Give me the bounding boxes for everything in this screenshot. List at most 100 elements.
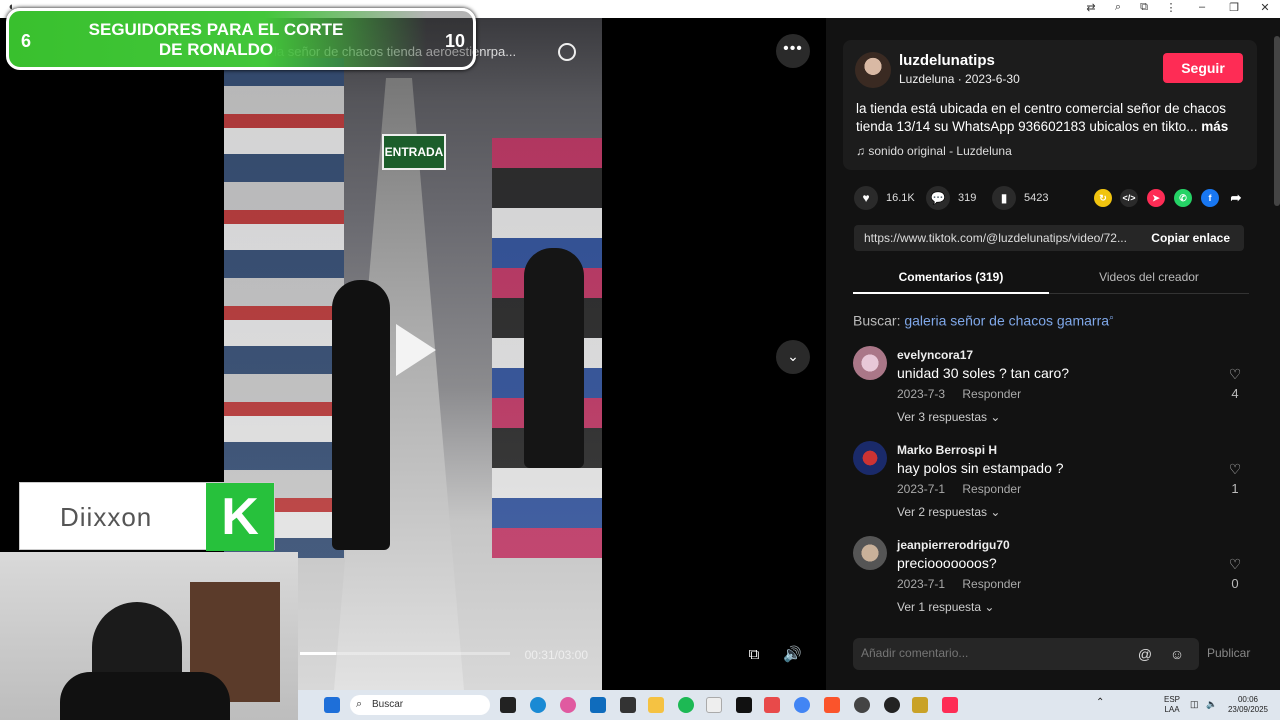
mention-icon[interactable]: @	[1135, 644, 1155, 664]
like-stat[interactable]: ♥ 16.1K	[854, 186, 915, 210]
app-icon[interactable]	[854, 697, 870, 713]
embed-icon[interactable]: </>	[1120, 189, 1138, 207]
pip-icon[interactable]: ⧉	[745, 646, 763, 664]
save-count: 5423	[1024, 192, 1049, 204]
comment-item: jeanpierrerodrigu70 preciooooooos? 2023-…	[853, 536, 1249, 616]
extensions-icon[interactable]: ⧉	[1136, 1, 1152, 14]
folder-icon[interactable]	[648, 697, 664, 713]
reply-button[interactable]: Responder	[962, 387, 1021, 401]
comment-username[interactable]: Marko Berrospi H	[897, 443, 997, 457]
avatar[interactable]	[853, 346, 887, 380]
music-icon[interactable]	[706, 697, 722, 713]
repost-icon[interactable]: ↻	[1094, 189, 1112, 207]
comment-username[interactable]: evelyncora17	[897, 348, 973, 362]
facebook-icon[interactable]: f	[1201, 189, 1219, 207]
heart-outline-icon[interactable]: ♡	[1227, 556, 1243, 573]
comment-like-count: 0	[1231, 576, 1239, 591]
video-time: 00:31/03:00	[524, 648, 588, 662]
description-card: luzdelunatips Luzdeluna · 2023-6-30 Segu…	[843, 40, 1257, 170]
view-replies-button[interactable]: Ver 2 respuestas ⌄	[897, 505, 1000, 519]
follow-button[interactable]: Seguir	[1163, 53, 1243, 83]
avatar[interactable]	[853, 441, 887, 475]
banner-goal-count: 10	[444, 31, 465, 51]
tray-chevron-icon[interactable]: ⌃	[1096, 698, 1104, 708]
scrollbar[interactable]	[1274, 36, 1280, 206]
text-app-icon[interactable]	[764, 697, 780, 713]
translate-icon[interactable]: ⇄	[1083, 1, 1099, 14]
play-icon[interactable]	[396, 324, 436, 376]
view-replies-button[interactable]: Ver 3 respuestas ⌄	[897, 410, 1000, 424]
heart-outline-icon[interactable]: ♡	[1227, 366, 1243, 383]
search-suggestion[interactable]: Buscar: galeria señor de chacos gamarra⌕	[853, 312, 1114, 329]
heart-outline-icon[interactable]: ♡	[1227, 461, 1243, 478]
avatar[interactable]	[855, 52, 891, 88]
clock[interactable]: 00:06 23/09/2025	[1220, 695, 1276, 715]
chevron-down-icon: ⌄	[990, 505, 1001, 519]
tab-comments[interactable]: Comentarios (319)	[853, 270, 1049, 284]
minimize-icon[interactable]: –	[1194, 1, 1210, 13]
more-options-button[interactable]: •••	[776, 34, 810, 68]
banner-title: SEGUIDORES PARA EL CORTE DE RONALDO	[88, 20, 344, 59]
view-replies-label: Ver 2 respuestas	[897, 505, 988, 519]
sound-link[interactable]: ♫ sonido original - Luzdeluna	[856, 144, 1012, 158]
tiktok-studio-icon[interactable]	[942, 697, 958, 713]
tabs: Comentarios (319) Videos del creador	[853, 268, 1249, 294]
progress-bar[interactable]	[300, 652, 510, 655]
view-replies-label: Ver 1 respuesta	[897, 600, 982, 614]
taskbar-search[interactable]: ⌕ Buscar	[350, 695, 490, 715]
brave-icon[interactable]	[824, 697, 840, 713]
emoji-icon[interactable]: ☺	[1167, 644, 1187, 664]
obs-icon[interactable]	[884, 697, 900, 713]
notes-icon[interactable]	[912, 697, 928, 713]
reply-button[interactable]: Responder	[962, 577, 1021, 591]
zoom-icon[interactable]: ⌕	[1110, 1, 1126, 14]
spotify-icon[interactable]	[678, 697, 694, 713]
edge-icon[interactable]	[530, 697, 546, 713]
next-video-button[interactable]: ⌄	[776, 340, 810, 374]
copy-link-button[interactable]: Copiar enlace	[1151, 231, 1230, 245]
reply-button[interactable]: Responder	[962, 482, 1021, 496]
task-view-icon[interactable]	[500, 697, 516, 713]
volume-icon[interactable]: 🔊	[783, 646, 802, 664]
outlook-icon[interactable]	[590, 697, 606, 713]
network-icon[interactable]: ◫	[1190, 699, 1199, 709]
save-stat[interactable]: ▮ 5423	[992, 186, 1049, 210]
tab-underline	[853, 292, 1049, 294]
tiktok-icon[interactable]	[736, 697, 752, 713]
comment-stat[interactable]: 💬 319	[926, 186, 976, 210]
more-link[interactable]: más	[1201, 119, 1228, 134]
search-prefix: Buscar:	[853, 312, 901, 329]
close-icon[interactable]: ✕	[1257, 1, 1273, 14]
publish-button[interactable]: Publicar	[1207, 646, 1250, 660]
windows-start-icon[interactable]	[324, 697, 340, 713]
search-icon: ⌕	[356, 698, 363, 710]
video-sign: ENTRADA	[382, 134, 446, 170]
webcam-person-body	[60, 672, 230, 720]
video-url[interactable]: https://www.tiktok.com/@luzdelunatips/vi…	[864, 231, 1136, 245]
chrome-icon[interactable]	[794, 697, 810, 713]
language-indicator[interactable]: ESP LAA	[1160, 695, 1184, 715]
view-replies-button[interactable]: Ver 1 respuesta ⌄	[897, 600, 994, 614]
heart-icon: ♥	[854, 186, 878, 210]
author-username[interactable]: luzdelunatips	[899, 52, 995, 69]
comment-text: preciooooooos?	[897, 555, 997, 571]
search-term[interactable]: galeria señor de chacos gamarra	[904, 313, 1109, 329]
xbox-icon[interactable]	[620, 697, 636, 713]
comment-text: unidad 30 soles ? tan caro?	[897, 365, 1070, 381]
tab-creator-videos[interactable]: Videos del creador	[1051, 270, 1247, 284]
share-icon[interactable]: ➦	[1227, 189, 1245, 207]
comment-input[interactable]	[861, 646, 1111, 660]
comment-username[interactable]: jeanpierrerodrigu70	[897, 538, 1010, 552]
music-note-icon: ♫	[856, 144, 865, 158]
copilot-icon[interactable]	[560, 697, 576, 713]
search-icon[interactable]	[558, 43, 576, 61]
details-panel: luzdelunatips Luzdeluna · 2023-6-30 Segu…	[826, 18, 1280, 690]
like-count: 16.1K	[886, 192, 915, 204]
speaker-icon[interactable]: 🔈	[1206, 699, 1217, 709]
send-icon[interactable]: ➤	[1147, 189, 1165, 207]
logo-text: Diixxon	[60, 502, 153, 532]
restore-icon[interactable]: ❐	[1226, 1, 1242, 14]
menu-icon[interactable]: ⋮	[1163, 1, 1179, 14]
whatsapp-icon[interactable]: ✆	[1174, 189, 1192, 207]
avatar[interactable]	[853, 536, 887, 570]
